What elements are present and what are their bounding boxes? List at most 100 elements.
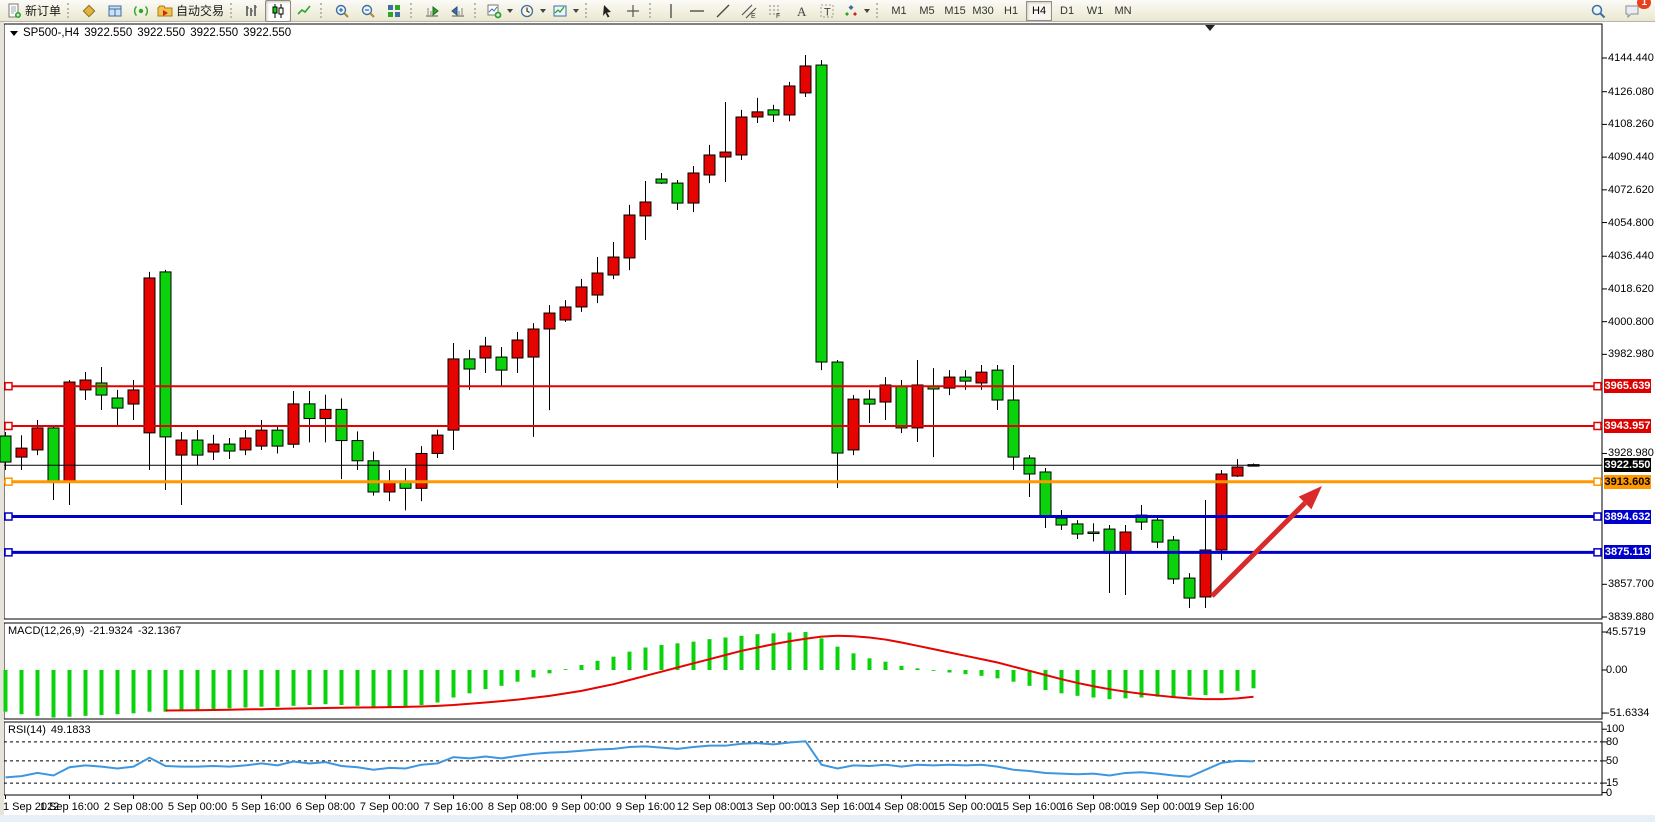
hline-button[interactable] [684,0,710,22]
price-line-badge: 3875.119 [1604,545,1651,559]
autoscroll-anchor-icon[interactable] [1205,25,1215,31]
dropdown-caret-icon [507,9,513,13]
time-axis-label: 6 Sep 08:00 [296,801,355,813]
crosshair-button[interactable] [620,0,646,22]
chat-button[interactable]: 1 [1619,0,1645,22]
template-button[interactable] [549,0,582,22]
price-line-badge: 3913.603 [1604,475,1651,489]
mt4-window: 新订单 自动交易 EFA T M1M5M15M30H1H4D1W1MN 1 SP500… [0,0,1655,822]
time-axis-label: 5 Sep 16:00 [232,801,291,813]
timeframe-d1-button[interactable]: D1 [1054,1,1080,21]
price-tick-label: 4036.440 [1608,250,1654,262]
timeframe-m15-button[interactable]: M15 [942,1,968,21]
signals-button[interactable] [128,0,154,22]
indicators-button[interactable] [483,0,516,22]
toolbar-separator [474,3,479,18]
notification-badge: 1 [1637,0,1651,9]
vline-icon [663,3,679,19]
main-plot-frame [4,24,1602,619]
vline-button[interactable] [658,0,684,22]
symbol-dropdown-icon[interactable] [10,31,18,36]
price-tick-label: 4090.440 [1608,151,1654,163]
clock-icon [519,3,535,19]
timeframe-h1-button[interactable]: H1 [998,1,1024,21]
tile-windows-button[interactable] [381,0,407,22]
time-axis-label: 19 Sep 16:00 [1189,801,1254,813]
rsi-value: 49.1833 [51,724,91,736]
auto-trading-button-label: 自动交易 [176,2,224,19]
svg-text:T: T [824,6,831,18]
svg-text:A: A [797,4,807,19]
timeframe-mn-button[interactable]: MN [1110,1,1136,21]
zoom-in-icon [334,3,350,19]
quote-low: 3922.550 [190,27,238,39]
auto-scroll-button[interactable] [419,0,445,22]
crosshair-icon [625,3,641,19]
chart-canvas[interactable] [0,0,1655,822]
rsi-axis-label: 0 [1606,787,1612,799]
shapes-button[interactable] [840,0,873,22]
toolbar-separator [67,3,72,18]
toolbar-separator [585,3,590,18]
data-window-button[interactable] [102,0,128,22]
channel-button[interactable]: E [736,0,762,22]
symbol-period-label: SP500-,H4 [23,27,79,39]
template-icon [552,3,568,19]
textA-icon: A [793,3,809,19]
label-button[interactable]: T [814,0,840,22]
time-axis-label: 15 Sep 00:00 [933,801,998,813]
zoom-out-button[interactable] [355,0,381,22]
signal-icon [133,3,149,19]
period-button[interactable] [516,0,549,22]
hline-icon [689,3,705,19]
folder-play-icon [157,3,173,19]
timeframe-w1-button[interactable]: W1 [1082,1,1108,21]
time-axis-label: 13 Sep 16:00 [805,801,870,813]
price-tick-label: 4072.620 [1608,184,1654,196]
rsi-name: RSI(14) [8,724,46,736]
chart-shift-button[interactable] [445,0,471,22]
main-toolbar: 新订单 自动交易 EFA T M1M5M15M30H1H4D1W1MN 1 [0,0,1655,22]
dropdown-caret-icon [540,9,546,13]
time-axis-label: 7 Sep 00:00 [360,801,419,813]
price-tick-label: 4108.260 [1608,118,1654,130]
window-icon [107,3,123,19]
dropdown-caret-icon [864,9,870,13]
search-button[interactable] [1585,0,1611,22]
fibo-icon: F [767,3,783,19]
price-tick-label: 4000.800 [1608,316,1654,328]
market-watch-button[interactable] [76,0,102,22]
price-line-badge: 3894.632 [1604,510,1651,524]
trend-icon [715,3,731,19]
doc-icon [6,3,22,19]
candlestick-chart-button[interactable] [265,0,291,22]
zoom-in-button[interactable] [329,0,355,22]
toolbar-separator [320,3,325,18]
trendline-button[interactable] [710,0,736,22]
timeframe-m30-button[interactable]: M30 [970,1,996,21]
text-button[interactable]: A [788,0,814,22]
time-axis-label: 14 Sep 08:00 [869,801,934,813]
cursor-icon [599,3,615,19]
macd-axis-label: -51.6334 [1606,707,1649,719]
zoom-out-icon [360,3,376,19]
time-axis-label: 12 Sep 08:00 [677,801,742,813]
toolbar-separator [876,3,881,18]
toolbar-groups: 新订单 自动交易 EFA T [3,0,873,22]
auto-trading-button[interactable]: 自动交易 [154,0,227,22]
timeframe-m5-button[interactable]: M5 [914,1,940,21]
linechart-icon [296,3,312,19]
timeframe-m1-button[interactable]: M1 [886,1,912,21]
price-line-badge: 3943.957 [1604,419,1651,433]
fibonacci-button[interactable]: F [762,0,788,22]
cursor-button[interactable] [594,0,620,22]
timeframe-h4-button[interactable]: H4 [1026,1,1052,21]
tile-icon [386,3,402,19]
line-chart-button[interactable] [291,0,317,22]
bar-chart-button[interactable] [239,0,265,22]
time-axis-label: 9 Sep 16:00 [616,801,675,813]
toolbar-separator [649,3,654,18]
macd-main-value: -21.9324 [89,625,132,637]
new-order-button[interactable]: 新订单 [3,0,64,22]
price-tick-label: 3982.980 [1608,348,1654,360]
